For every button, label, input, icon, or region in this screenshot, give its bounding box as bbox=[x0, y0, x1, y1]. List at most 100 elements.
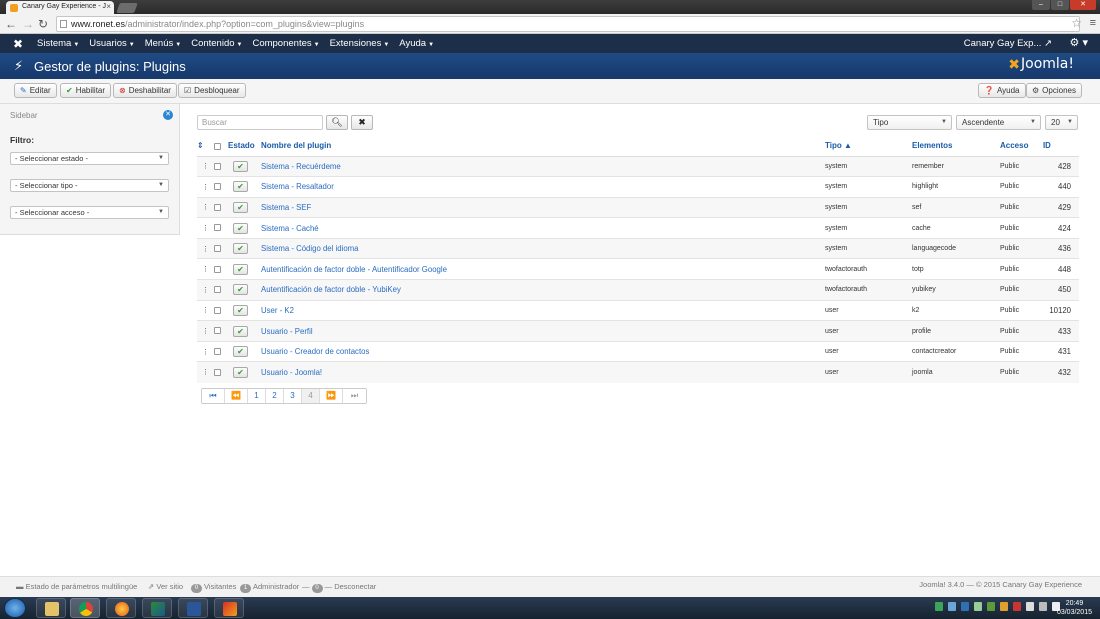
network-icon[interactable] bbox=[1039, 602, 1047, 611]
site-link[interactable]: Canary Gay Exp... ↗ bbox=[964, 34, 1052, 53]
search-input[interactable]: Buscar bbox=[197, 115, 323, 130]
drag-handle-icon[interactable]: ⋮ bbox=[197, 237, 214, 259]
plugin-name-link[interactable]: Usuario - Creador de contactos bbox=[261, 347, 369, 356]
user-settings-gear-icon[interactable]: ⚙ ▾ bbox=[1070, 34, 1088, 53]
sort-direction-select[interactable]: Ascendente ▼ bbox=[956, 115, 1041, 130]
bookmark-star-icon[interactable]: ☆ bbox=[1071, 16, 1082, 30]
disable-button[interactable]: ⊗ Deshabilitar bbox=[113, 83, 177, 98]
drag-handle-icon[interactable]: ⋮ bbox=[197, 340, 214, 362]
multilang-status-link[interactable]: ▬ Estado de parámetros multilingüe bbox=[16, 582, 137, 591]
word-taskbar-button[interactable] bbox=[178, 598, 208, 618]
prev-page-button[interactable]: ⏪ bbox=[225, 389, 248, 403]
drag-handle-icon[interactable]: ⋮ bbox=[197, 217, 214, 239]
plugin-name-link[interactable]: Sistema - Código del idioma bbox=[261, 244, 359, 253]
chrome-taskbar-button[interactable] bbox=[70, 598, 100, 618]
row-checkbox[interactable] bbox=[214, 183, 221, 191]
sidebar-toggle-icon[interactable]: ✕ bbox=[163, 110, 173, 120]
row-checkbox[interactable] bbox=[214, 203, 221, 211]
enabled-toggle-button[interactable]: ✔ bbox=[233, 284, 248, 296]
plugin-name-link[interactable]: Sistema - Resaltador bbox=[261, 182, 334, 191]
row-checkbox[interactable] bbox=[214, 162, 221, 170]
checkin-button[interactable]: ☑ Desbloquear bbox=[178, 83, 246, 98]
row-checkbox[interactable] bbox=[214, 306, 221, 314]
tray-app-icon[interactable] bbox=[1000, 602, 1008, 611]
search-button[interactable]: 🔍︎ bbox=[326, 115, 348, 130]
minimize-button[interactable]: – bbox=[1032, 0, 1050, 10]
enabled-toggle-button[interactable]: ✔ bbox=[233, 304, 248, 316]
url-field[interactable]: www.ronet.es/administrator/index.php?opt… bbox=[56, 16, 1080, 32]
page-link[interactable]: 3 bbox=[284, 389, 302, 403]
enabled-toggle-button[interactable]: ✔ bbox=[233, 346, 248, 358]
start-button[interactable] bbox=[4, 598, 26, 618]
menu-ayuda[interactable]: Ayuda ▼ bbox=[399, 34, 444, 55]
row-checkbox[interactable] bbox=[214, 245, 221, 252]
drag-handle-icon[interactable]: ⋮ bbox=[197, 279, 214, 301]
access-header[interactable]: Acceso bbox=[1000, 136, 1043, 157]
drag-handle-icon[interactable]: ⋮ bbox=[197, 299, 214, 321]
tray-app-icon[interactable] bbox=[961, 602, 969, 611]
reload-icon[interactable]: ↻ bbox=[38, 17, 48, 31]
enabled-toggle-button[interactable]: ✔ bbox=[233, 366, 248, 378]
tools-taskbar-button[interactable] bbox=[214, 598, 244, 618]
close-window-button[interactable]: ✕ bbox=[1070, 0, 1096, 10]
tray-app-icon[interactable] bbox=[1013, 602, 1021, 611]
back-arrow-icon[interactable]: ← bbox=[5, 17, 17, 31]
menu-componentes[interactable]: Componentes ▼ bbox=[252, 34, 329, 55]
menu-sistema[interactable]: Sistema ▼ bbox=[37, 34, 89, 55]
first-page-button[interactable]: ⏮ bbox=[202, 389, 225, 403]
tray-app-icon[interactable] bbox=[974, 602, 982, 611]
drag-handle-icon[interactable]: ⋮ bbox=[197, 361, 214, 383]
enabled-toggle-button[interactable]: ✔ bbox=[233, 263, 248, 275]
row-checkbox[interactable] bbox=[214, 368, 221, 376]
enabled-toggle-button[interactable]: ✔ bbox=[233, 325, 248, 337]
browser-menu-icon[interactable]: ≡ bbox=[1090, 17, 1096, 29]
check-all-checkbox[interactable] bbox=[214, 142, 221, 150]
maximize-button[interactable]: □ bbox=[1051, 0, 1069, 10]
view-site-link[interactable]: ⇗ Ver sitio bbox=[148, 582, 183, 591]
plugin-name-link[interactable]: Sistema - Caché bbox=[261, 224, 319, 233]
menu-menus[interactable]: Menús ▼ bbox=[145, 34, 191, 55]
enabled-toggle-button[interactable]: ✔ bbox=[233, 160, 248, 172]
type-header[interactable]: Tipo ▲ bbox=[825, 136, 912, 157]
plugin-name-link[interactable]: Usuario - Joomla! bbox=[261, 368, 322, 377]
plugin-name-link[interactable]: Autentificación de factor doble - YubiKe… bbox=[261, 285, 401, 294]
drag-handle-icon[interactable]: ⋮ bbox=[197, 320, 214, 342]
plugin-name-link[interactable]: Sistema - SEF bbox=[261, 203, 311, 212]
help-button[interactable]: ❓ Ayuda bbox=[978, 83, 1026, 98]
options-button[interactable]: ⚙ Opciones bbox=[1026, 83, 1082, 98]
firefox-taskbar-button[interactable] bbox=[106, 598, 136, 618]
close-tab-icon[interactable]: × bbox=[106, 2, 111, 11]
system-clock[interactable]: 20:49 03/03/2015 bbox=[1057, 599, 1092, 617]
joomla-logo-icon[interactable]: ✖ bbox=[13, 37, 23, 51]
browser-tab[interactable]: Canary Gay Experience - J × bbox=[6, 1, 114, 14]
row-checkbox[interactable] bbox=[214, 265, 221, 273]
page-link[interactable]: 2 bbox=[266, 389, 284, 403]
sort-field-select[interactable]: Tipo ▼ bbox=[867, 115, 952, 130]
network-app-taskbar-button[interactable] bbox=[142, 598, 172, 618]
logout-link[interactable]: — 0— Desconectar bbox=[302, 582, 376, 593]
forward-arrow-icon[interactable]: → bbox=[22, 17, 34, 31]
plugin-name-link[interactable]: Usuario - Perfil bbox=[261, 327, 313, 336]
flag-icon[interactable] bbox=[1026, 602, 1034, 611]
ordering-sort-header[interactable]: ⇕ bbox=[197, 136, 214, 157]
menu-usuarios[interactable]: Usuarios ▼ bbox=[89, 34, 144, 55]
access-filter-select[interactable]: - Seleccionar acceso - ▼ bbox=[10, 206, 169, 219]
enabled-toggle-button[interactable]: ✔ bbox=[233, 181, 248, 193]
page-link[interactable]: 1 bbox=[248, 389, 266, 403]
elements-header[interactable]: Elementos bbox=[912, 136, 1000, 157]
row-checkbox[interactable] bbox=[214, 224, 221, 232]
type-filter-select[interactable]: - Seleccionar tipo - ▼ bbox=[10, 179, 169, 192]
tray-app-icon[interactable] bbox=[935, 602, 943, 611]
enable-button[interactable]: ✔ Habilitar bbox=[60, 83, 112, 98]
drag-handle-icon[interactable]: ⋮ bbox=[197, 196, 214, 218]
plugin-name-link[interactable]: User - K2 bbox=[261, 306, 294, 315]
row-checkbox[interactable] bbox=[214, 347, 221, 355]
plugin-name-link[interactable]: Autentificación de factor doble - Autent… bbox=[261, 265, 447, 274]
enabled-toggle-button[interactable]: ✔ bbox=[233, 243, 248, 255]
row-checkbox[interactable] bbox=[214, 327, 221, 335]
drag-handle-icon[interactable]: ⋮ bbox=[197, 176, 214, 198]
limit-select[interactable]: 20 ▼ bbox=[1045, 115, 1078, 130]
explorer-taskbar-button[interactable] bbox=[36, 598, 66, 618]
tray-app-icon[interactable] bbox=[948, 602, 956, 611]
plugin-name-link[interactable]: Sistema - Recuérdeme bbox=[261, 162, 341, 171]
